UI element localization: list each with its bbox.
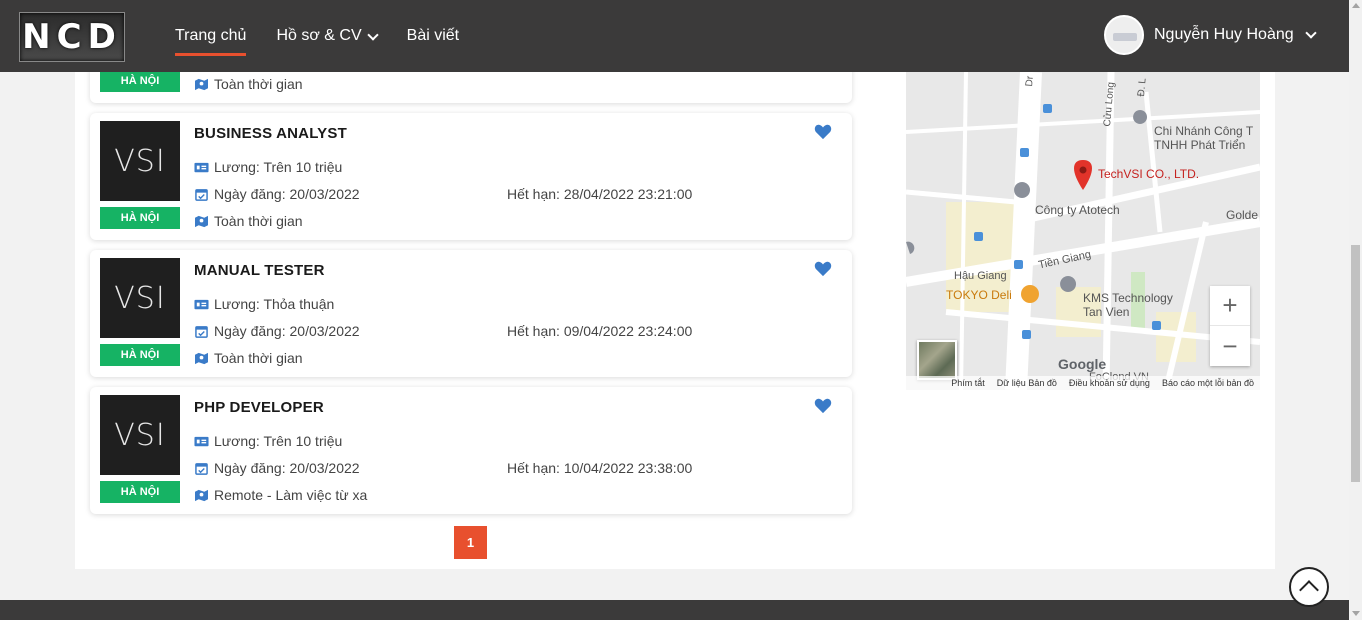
map-street-label: Đ. L xyxy=(1136,77,1149,97)
map-zoom-control[interactable]: + − xyxy=(1210,286,1250,366)
site-logo[interactable]: NCD xyxy=(19,12,125,62)
location-badge: HÀ NỘI xyxy=(100,207,180,229)
job-card[interactable]: VSI HÀ NỘI BUSINESS ANALYST Lương: Trên … xyxy=(90,113,852,240)
map-label: TNHH Phát Triển xyxy=(1154,138,1246,152)
heart-icon[interactable] xyxy=(814,124,832,140)
pagination-page-button[interactable]: 1 xyxy=(454,526,487,559)
page-footer xyxy=(0,600,1349,620)
heart-icon[interactable] xyxy=(814,261,832,277)
google-logo: Google xyxy=(1058,356,1107,372)
salary: Lương: Trên 10 triệu xyxy=(194,159,342,175)
location-badge: HÀ NỘI xyxy=(100,481,180,503)
work-type-text: Toàn thời gian xyxy=(214,350,303,366)
zoom-out-button[interactable]: − xyxy=(1210,326,1250,366)
salary-text: Lương: Thỏa thuận xyxy=(214,296,335,312)
map-label: Golde xyxy=(1226,208,1259,222)
user-menu[interactable]: Nguyễn Huy Hoàng xyxy=(1104,15,1317,55)
calendar-icon xyxy=(195,462,208,475)
nav-profile-cv[interactable]: Hồ sơ & CV xyxy=(276,27,379,57)
job-title[interactable]: PHP DEVELOPER xyxy=(194,399,324,416)
job-title[interactable]: MANUAL TESTER xyxy=(194,262,325,279)
scroll-thumb[interactable] xyxy=(1351,245,1360,482)
company-logo-text: VSI xyxy=(114,280,166,316)
calendar-icon xyxy=(195,325,208,338)
map-street-label: Hậu Giang xyxy=(954,270,1007,282)
work-type: Toàn thời gian xyxy=(194,213,303,229)
job-card[interactable]: VSI HÀ NỘI MANUAL TESTER Lương: Thỏa thu… xyxy=(90,250,852,377)
posted-date: Ngày đăng: 20/03/2022 xyxy=(214,186,360,202)
expiry-date: Hết hạn: 10/04/2022 23:38:00 xyxy=(507,460,693,476)
zoom-in-button[interactable]: + xyxy=(1210,286,1250,326)
google-map[interactable]: Chi Nhánh Công T TNHH Phát Triển TechVSI… xyxy=(906,72,1260,390)
salary: Lương: Trên 10 triệu xyxy=(194,433,342,449)
dates: Ngày đăng: 20/03/2022 Hết hạn: 28/04/202… xyxy=(194,186,692,202)
calendar-icon xyxy=(195,188,208,201)
company-logo-text: VSI xyxy=(114,417,166,453)
avatar[interactable] xyxy=(1104,15,1144,55)
chevron-down-icon xyxy=(366,29,379,41)
location-badge: HÀ NỘI xyxy=(100,344,180,366)
company-logo-text: VSI xyxy=(114,143,166,179)
expiry-date: Hết hạn: 09/04/2022 23:24:00 xyxy=(507,323,693,339)
map-marker-label[interactable]: TechVSI CO., LTD. xyxy=(1098,167,1199,181)
money-icon xyxy=(194,436,209,446)
map-footer: Phím tắt Dữ liệu Bản đồ Điều khoản sử dụ… xyxy=(906,376,1260,390)
money-icon xyxy=(194,299,209,309)
map-street-label: Dr xyxy=(1024,75,1036,87)
salary-text: Lương: Trên 10 triệu xyxy=(214,433,343,449)
company-logo[interactable]: VSI xyxy=(100,121,180,201)
satellite-toggle[interactable] xyxy=(917,340,957,380)
job-card[interactable]: VSI HÀ NỘI PHP DEVELOPER Lương: Trên 10 … xyxy=(90,387,852,514)
map-shortcuts-link[interactable]: Phím tắt xyxy=(951,378,985,388)
work-type: Toàn thời gian xyxy=(194,76,303,92)
map-icon xyxy=(195,352,208,364)
salary: Lương: Thỏa thuận xyxy=(194,296,334,312)
map-label: KMS Technology xyxy=(1083,291,1173,305)
work-type-text: Remote - Làm việc từ xa xyxy=(214,487,368,503)
map-label: Công ty Atotech xyxy=(1035,203,1120,217)
posted-date: Ngày đăng: 20/03/2022 xyxy=(214,460,360,476)
nav-home-label: Trang chủ xyxy=(175,27,247,44)
site-logo-text: NCD xyxy=(22,17,122,57)
company-logo[interactable]: VSI xyxy=(100,258,180,338)
map-terms-link[interactable]: Điều khoản sử dụng xyxy=(1069,378,1150,388)
user-name: Nguyễn Huy Hoàng xyxy=(1154,26,1294,43)
dates: Ngày đăng: 20/03/2022 Hết hạn: 09/04/202… xyxy=(194,323,692,339)
location-badge: HÀ NỘI xyxy=(100,70,180,92)
salary-text: Lương: Trên 10 triệu xyxy=(214,159,343,175)
job-title[interactable]: BUSINESS ANALYST xyxy=(194,125,347,142)
nav-articles[interactable]: Bài viết xyxy=(407,27,459,57)
scroll-up-arrow[interactable] xyxy=(1352,3,1360,8)
back-to-top-button[interactable] xyxy=(1289,567,1329,607)
money-icon xyxy=(194,162,209,172)
scroll-down-arrow[interactable] xyxy=(1352,611,1360,616)
dates: Ngày đăng: 20/03/2022 Hết hạn: 10/04/202… xyxy=(194,460,692,476)
map-icon xyxy=(195,78,208,90)
company-logo[interactable]: VSI xyxy=(100,395,180,475)
chevron-down-icon xyxy=(1304,27,1317,39)
map-data-link[interactable]: Dữ liệu Bản đồ xyxy=(997,378,1057,388)
expiry-date: Hết hạn: 28/04/2022 23:21:00 xyxy=(507,186,693,202)
map-icon xyxy=(195,489,208,501)
nav-articles-label: Bài viết xyxy=(406,27,460,44)
map-roads xyxy=(906,72,1260,390)
work-type-text: Toàn thời gian xyxy=(214,76,303,92)
top-navbar: NCD Trang chủ Hồ sơ & CV Bài viết Nguyễn… xyxy=(0,0,1349,72)
map-label: TOKYO Deli xyxy=(946,288,1012,302)
map-label: Chi Nhánh Công T xyxy=(1154,124,1254,138)
work-type: Toàn thời gian xyxy=(194,350,303,366)
map-label: Tan Vien xyxy=(1083,305,1130,319)
work-type: Remote - Làm việc từ xa xyxy=(194,487,367,503)
work-type-text: Toàn thời gian xyxy=(214,213,303,229)
nav-home[interactable]: Trang chủ xyxy=(175,27,247,57)
map-report-link[interactable]: Báo cáo một lỗi bản đồ xyxy=(1162,378,1254,388)
heart-icon[interactable] xyxy=(814,398,832,414)
main-nav: Trang chủ Hồ sơ & CV Bài viết xyxy=(175,27,459,57)
nav-profile-cv-label: Hồ sơ & CV xyxy=(276,27,362,44)
map-icon xyxy=(195,215,208,227)
scrollbar[interactable] xyxy=(1349,0,1362,620)
posted-date: Ngày đăng: 20/03/2022 xyxy=(214,323,360,339)
